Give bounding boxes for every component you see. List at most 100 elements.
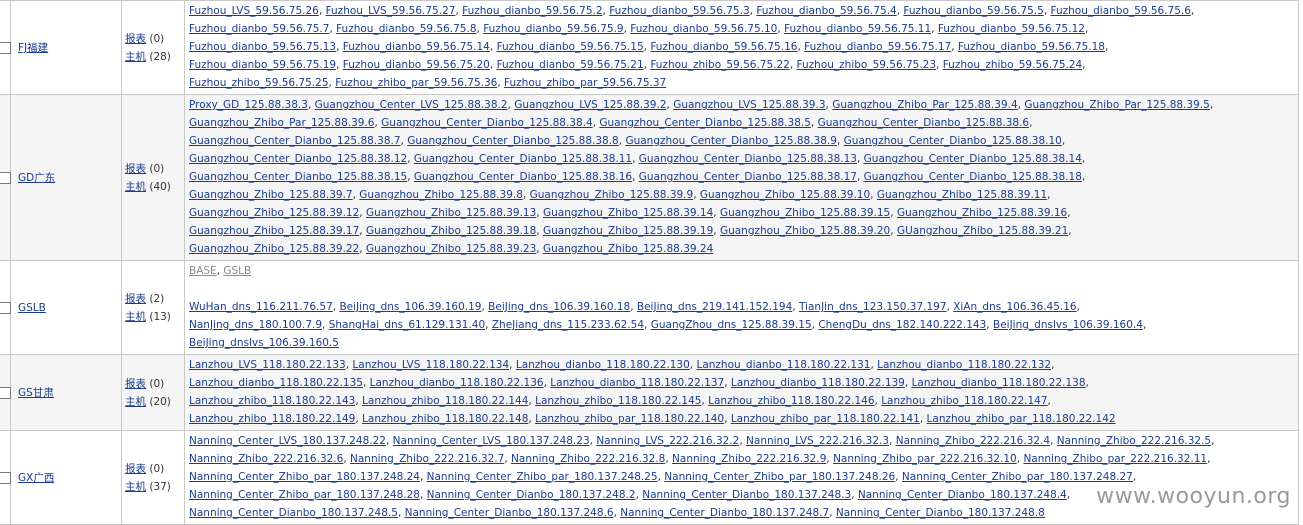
host-link-item[interactable]: Nanning_Center_Dianbo_180.137.248.2 <box>427 489 636 501</box>
host-link-item[interactable]: Guangzhou_Zhibo_125.88.39.17 <box>189 225 359 237</box>
host-link-item[interactable]: Guangzhou_Center_Dianbo_125.88.38.9 <box>625 135 837 147</box>
report-link[interactable]: 报表 <box>125 163 146 175</box>
host-link-item[interactable]: Fuzhou_dianbo_59.56.75.15 <box>497 41 644 53</box>
host-link[interactable]: 主机 <box>125 311 146 323</box>
host-link-item[interactable]: Guangzhou_Center_Dianbo_125.88.38.12 <box>189 153 407 165</box>
host-link-item[interactable]: Guangzhou_Zhibo_125.88.39.14 <box>543 207 713 219</box>
host-link-item[interactable]: Guangzhou_Zhibo_Par_125.88.39.4 <box>832 99 1017 111</box>
host-link-item[interactable]: Lanzhou_dianbo_118.180.22.131 <box>696 359 870 371</box>
host-link-item[interactable]: XiAn_dns_106.36.45.16 <box>953 301 1076 313</box>
host-link-item[interactable]: Nanning_Center_Dianbo_180.137.248.6 <box>405 507 614 519</box>
host-link-item[interactable]: Guangzhou_Zhibo_125.88.39.13 <box>366 207 536 219</box>
host-link-item[interactable]: Lanzhou_zhibo_par_118.180.22.141 <box>731 413 920 425</box>
group-name-link[interactable]: GSLB <box>18 302 46 314</box>
host-link-item[interactable]: Lanzhou_dianbo_118.180.22.138 <box>912 377 1086 389</box>
host-link-item[interactable]: Guangzhou_Zhibo_125.88.39.24 <box>543 243 713 255</box>
host-link-item[interactable]: Guangzhou_Zhibo_125.88.39.18 <box>366 225 536 237</box>
host-link-item[interactable]: Guangzhou_Zhibo_125.88.39.19 <box>543 225 713 237</box>
host-link-item[interactable]: Nanning_Zhibo_par_222.216.32.10 <box>833 453 1017 465</box>
host-link-item[interactable]: Nanning_Center_Dianbo_180.137.248.3 <box>642 489 851 501</box>
host-link-item[interactable]: Fuzhou_zhibo_par_59.56.75.37 <box>504 77 666 89</box>
host-link-item[interactable]: Guangzhou_Zhibo_Par_125.88.39.5 <box>1024 99 1209 111</box>
host-link-item[interactable]: Nanning_Center_Dianbo_180.137.248.5 <box>189 507 398 519</box>
host-link-item[interactable]: Fuzhou_dianbo_59.56.75.4 <box>756 5 896 17</box>
host-link-item[interactable]: Guangzhou_Zhibo_Par_125.88.39.6 <box>189 117 374 129</box>
host-link-item[interactable]: Lanzhou_dianbo_118.180.22.130 <box>516 359 690 371</box>
host-link-item[interactable]: Fuzhou_dianbo_59.56.75.14 <box>343 41 490 53</box>
host-link-item[interactable]: Lanzhou_zhibo_118.180.22.148 <box>362 413 528 425</box>
host-link-item[interactable]: Guangzhou_Zhibo_125.88.39.9 <box>530 189 694 201</box>
host-link-item[interactable]: Guangzhou_LVS_125.88.39.3 <box>673 99 825 111</box>
host-link-item[interactable]: Fuzhou_dianbo_59.56.75.13 <box>189 41 336 53</box>
host-link-item[interactable]: Fuzhou_zhibo_par_59.56.75.36 <box>335 77 497 89</box>
host-link-item[interactable]: Fuzhou_LVS_59.56.75.26 <box>189 5 319 17</box>
host-link-item[interactable]: Nanning_Center_Zhibo_par_180.137.248.26 <box>664 471 895 483</box>
host-link[interactable]: 主机 <box>125 481 146 493</box>
host-link-item[interactable]: Nanning_Center_Dianbo_180.137.248.7 <box>620 507 829 519</box>
host-link-item[interactable]: Nanning_Center_LVS_180.137.248.23 <box>393 435 590 447</box>
host-link-item[interactable]: Lanzhou_zhibo_118.180.22.145 <box>535 395 701 407</box>
host-link-item[interactable]: Fuzhou_dianbo_59.56.75.21 <box>497 59 644 71</box>
host-link-item[interactable]: Guangzhou_LVS_125.88.39.2 <box>514 99 666 111</box>
report-link[interactable]: 报表 <box>125 293 146 305</box>
host-link-item[interactable]: Nanning_Zhibo_222.216.32.8 <box>511 453 665 465</box>
report-link[interactable]: 报表 <box>125 378 146 390</box>
host-link-item[interactable]: Guangzhou_Zhibo_125.88.39.7 <box>189 189 353 201</box>
host-link-item[interactable]: TianJin_dns_123.150.37.197 <box>799 301 947 313</box>
group-name-link[interactable]: GS甘肃 <box>18 387 54 399</box>
host-link-item[interactable]: ShangHai_dns_61.129.131.40 <box>329 319 485 331</box>
host-link[interactable]: 主机 <box>125 396 146 408</box>
host-link-item[interactable]: Lanzhou_dianbo_118.180.22.132 <box>877 359 1051 371</box>
host-link-item[interactable]: Lanzhou_zhibo_par_118.180.22.140 <box>535 413 724 425</box>
host-link-item[interactable]: Guangzhou_Center_Dianbo_125.88.38.10 <box>844 135 1062 147</box>
group-checkbox[interactable] <box>0 171 11 184</box>
sub-group-link[interactable]: GSLB <box>223 265 251 277</box>
host-link-item[interactable]: Lanzhou_dianbo_118.180.22.139 <box>731 377 905 389</box>
host-link-item[interactable]: Fuzhou_dianbo_59.56.75.11 <box>784 23 931 35</box>
host-link-item[interactable]: Guangzhou_Center_Dianbo_125.88.38.8 <box>407 135 619 147</box>
report-link[interactable]: 报表 <box>125 463 146 475</box>
host-link-item[interactable]: Nanning_LVS_222.216.32.3 <box>746 435 889 447</box>
host-link-item[interactable]: Lanzhou_zhibo_118.180.22.147 <box>881 395 1047 407</box>
group-checkbox[interactable] <box>0 386 11 399</box>
host-link-item[interactable]: Fuzhou_dianbo_59.56.75.12 <box>938 23 1085 35</box>
host-link-item[interactable]: Fuzhou_dianbo_59.56.75.8 <box>336 23 476 35</box>
host-link-item[interactable]: Nanning_Center_Zhibo_par_180.137.248.27 <box>902 471 1133 483</box>
host-link-item[interactable]: Guangzhou_Zhibo_125.88.39.8 <box>359 189 523 201</box>
host-link-item[interactable]: Fuzhou_dianbo_59.56.75.18 <box>958 41 1105 53</box>
host-link-item[interactable]: BeiJing_dns_106.39.160.18 <box>488 301 630 313</box>
host-link-item[interactable]: Fuzhou_zhibo_59.56.75.25 <box>189 77 329 89</box>
host-link-item[interactable]: Nanning_Center_LVS_180.137.248.22 <box>189 435 386 447</box>
host-link-item[interactable]: Nanning_Zhibo_222.216.32.6 <box>189 453 343 465</box>
host-link-item[interactable]: Lanzhou_zhibo_118.180.22.146 <box>708 395 874 407</box>
host-link-item[interactable]: Fuzhou_dianbo_59.56.75.2 <box>462 5 602 17</box>
host-link-item[interactable]: Fuzhou_dianbo_59.56.75.9 <box>483 23 623 35</box>
host-link-item[interactable]: Fuzhou_dianbo_59.56.75.10 <box>630 23 777 35</box>
host-link-item[interactable]: Guangzhou_Center_Dianbo_125.88.38.4 <box>381 117 593 129</box>
host-link-item[interactable]: ChengDu_dns_182.140.222.143 <box>818 319 986 331</box>
host-link-item[interactable]: Guangzhou_Zhibo_125.88.39.23 <box>366 243 536 255</box>
group-name-link[interactable]: GX广西 <box>18 472 54 484</box>
host-link-item[interactable]: Guangzhou_Zhibo_125.88.39.10 <box>700 189 870 201</box>
host-link-item[interactable]: Proxy_GD_125.88.38.3 <box>189 99 308 111</box>
host-link-item[interactable]: Nanning_Center_Zhibo_par_180.137.248.24 <box>189 471 420 483</box>
host-link-item[interactable]: Guangzhou_Center_Dianbo_125.88.38.6 <box>818 117 1030 129</box>
host-link-item[interactable]: Nanning_Zhibo_222.216.32.5 <box>1057 435 1211 447</box>
host-link-item[interactable]: Fuzhou_zhibo_59.56.75.22 <box>650 59 790 71</box>
host-link-item[interactable]: Fuzhou_zhibo_59.56.75.23 <box>797 59 937 71</box>
host-link[interactable]: 主机 <box>125 181 146 193</box>
host-link-item[interactable]: Guangzhou_Center_Dianbo_125.88.38.11 <box>414 153 632 165</box>
host-link-item[interactable]: Guangzhou_Center_Dianbo_125.88.38.17 <box>639 171 857 183</box>
host-link-item[interactable]: Guangzhou_Zhibo_125.88.39.11 <box>877 189 1047 201</box>
host-link-item[interactable]: Guangzhou_Zhibo_125.88.39.16 <box>897 207 1067 219</box>
group-name-link[interactable]: GD广东 <box>18 172 55 184</box>
host-link-item[interactable]: Nanning_Zhibo_par_222.216.32.11 <box>1023 453 1207 465</box>
host-link-item[interactable]: NanJing_dns_180.100.7.9 <box>189 319 322 331</box>
host-link-item[interactable]: Guangzhou_Center_Dianbo_125.88.38.7 <box>189 135 401 147</box>
host-link-item[interactable]: Lanzhou_LVS_118.180.22.134 <box>352 359 509 371</box>
host-link-item[interactable]: Lanzhou_zhibo_118.180.22.144 <box>362 395 528 407</box>
host-link-item[interactable]: Fuzhou_zhibo_59.56.75.24 <box>943 59 1083 71</box>
host-link-item[interactable]: Nanning_Zhibo_222.216.32.4 <box>896 435 1050 447</box>
host-link-item[interactable]: Guangzhou_Center_Dianbo_125.88.38.18 <box>864 171 1082 183</box>
host-link-item[interactable]: Lanzhou_dianbo_118.180.22.136 <box>370 377 544 389</box>
